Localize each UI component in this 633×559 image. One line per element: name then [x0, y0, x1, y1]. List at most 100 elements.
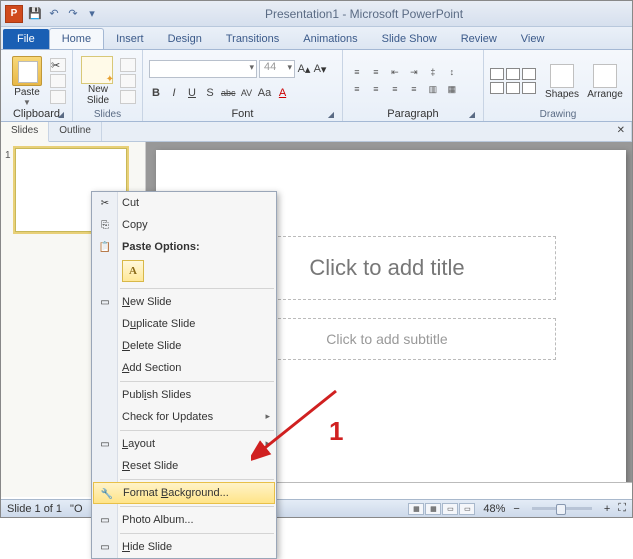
menu-format-background[interactable]: 🔧Format Background...: [93, 482, 275, 504]
tab-animations[interactable]: Animations: [291, 29, 369, 49]
copy-icon: ⎘: [97, 217, 113, 233]
tab-insert[interactable]: Insert: [104, 29, 156, 49]
format-painter-icon[interactable]: [50, 90, 66, 104]
justify-icon[interactable]: ≡: [406, 82, 422, 96]
font-family-select[interactable]: [149, 60, 257, 78]
tab-view[interactable]: View: [509, 29, 557, 49]
copy-icon[interactable]: [50, 74, 66, 88]
menu-copy[interactable]: ⎘Copy: [92, 214, 276, 236]
menu-delete-slide[interactable]: Delete Slide: [92, 335, 276, 357]
menu-separator: [120, 506, 274, 507]
menu-add-section[interactable]: Add Section: [92, 357, 276, 379]
panel-tab-slides[interactable]: Slides: [1, 122, 49, 142]
dec-indent-icon[interactable]: ⇤: [387, 65, 403, 79]
align-left-icon[interactable]: ≡: [349, 82, 365, 96]
align-center-icon[interactable]: ≡: [368, 82, 384, 96]
underline-button[interactable]: U: [185, 85, 199, 101]
paste-icon: [12, 56, 42, 86]
paste-label: Paste: [14, 87, 40, 98]
reading-view-button[interactable]: ▭: [442, 503, 458, 515]
arrange-button[interactable]: Arrange: [584, 62, 626, 100]
launcher-icon[interactable]: ◢: [467, 110, 477, 120]
new-slide-icon: [83, 58, 113, 84]
shapes-icon: [550, 64, 574, 88]
menu-hide-slide[interactable]: ▭Hide Slide: [92, 536, 276, 558]
group-clipboard: Paste ▼ ✂ Clipboard◢: [1, 50, 73, 121]
tab-design[interactable]: Design: [156, 29, 214, 49]
new-slide-icon: ▭: [97, 294, 113, 310]
shapes-gallery[interactable]: [490, 68, 536, 94]
layout-icon[interactable]: [120, 58, 136, 72]
grow-font-icon[interactable]: A▴: [297, 61, 311, 77]
group-label-drawing: Drawing: [490, 109, 626, 121]
char-spacing-button[interactable]: AV: [240, 85, 254, 101]
launcher-icon[interactable]: ◢: [56, 110, 66, 120]
zoom-out-button[interactable]: −: [513, 503, 519, 515]
status-theme: "O: [70, 503, 82, 515]
group-label-slides: Slides: [79, 109, 136, 121]
menu-check-updates[interactable]: Check for Updates▸: [92, 406, 276, 428]
bold-button[interactable]: B: [149, 85, 163, 101]
shapes-button[interactable]: Shapes: [543, 62, 581, 100]
menu-reset-slide[interactable]: Reset Slide: [92, 455, 276, 477]
qat-dropdown-icon[interactable]: ▾: [84, 6, 100, 22]
slideshow-view-button[interactable]: ▭: [459, 503, 475, 515]
annotation-number-1: 1: [329, 416, 343, 447]
shrink-font-icon[interactable]: A▾: [313, 61, 327, 77]
launcher-icon[interactable]: ◢: [326, 110, 336, 120]
zoom-slider[interactable]: [532, 507, 592, 510]
smartart-icon[interactable]: ▦: [444, 82, 460, 96]
group-label-font: Font◢: [149, 108, 336, 121]
shadow-button[interactable]: S: [203, 85, 217, 101]
tab-review[interactable]: Review: [449, 29, 509, 49]
zoom-in-button[interactable]: +: [604, 503, 610, 515]
cut-icon[interactable]: ✂: [50, 58, 66, 72]
save-icon[interactable]: 💾: [27, 6, 43, 22]
redo-icon[interactable]: ↷: [65, 6, 81, 22]
section-icon[interactable]: [120, 90, 136, 104]
change-case-button[interactable]: Aa: [258, 85, 272, 101]
thumbnail-panel-tabs: Slides Outline ✕: [1, 122, 632, 142]
tab-transitions[interactable]: Transitions: [214, 29, 291, 49]
columns-icon[interactable]: ▥: [425, 82, 441, 96]
menu-separator: [120, 479, 274, 480]
paste-option-keep-formatting[interactable]: A: [122, 260, 144, 282]
menu-duplicate-slide[interactable]: Duplicate Slide: [92, 313, 276, 335]
align-right-icon[interactable]: ≡: [387, 82, 403, 96]
tab-home[interactable]: Home: [49, 28, 104, 49]
numbering-icon[interactable]: ≡: [368, 65, 384, 79]
italic-button[interactable]: I: [167, 85, 181, 101]
menu-separator: [120, 381, 274, 382]
undo-icon[interactable]: ↶: [46, 6, 62, 22]
shapes-label: Shapes: [545, 89, 579, 100]
tab-file[interactable]: File: [3, 29, 49, 49]
text-direction-icon[interactable]: ↕: [444, 65, 460, 79]
bullets-icon[interactable]: ≡: [349, 65, 365, 79]
view-buttons: ▦ ▦ ▭ ▭: [408, 503, 475, 515]
menu-cut[interactable]: ✂Cut: [92, 192, 276, 214]
panel-close-button[interactable]: ✕: [611, 122, 632, 141]
group-paragraph: ≡ ≡ ⇤ ⇥ ‡ ↕ ≡ ≡ ≡ ≡ ▥ ▦ Paragraph◢: [343, 50, 484, 121]
new-slide-button[interactable]: New Slide: [79, 56, 117, 106]
menu-publish-slides[interactable]: Publish Slides: [92, 384, 276, 406]
panel-tab-outline[interactable]: Outline: [49, 122, 102, 141]
line-spacing-icon[interactable]: ‡: [425, 65, 441, 79]
font-size-select[interactable]: 44: [259, 60, 295, 78]
group-label-clipboard: Clipboard◢: [7, 108, 66, 121]
font-color-button[interactable]: A: [276, 85, 290, 101]
reset-icon[interactable]: [120, 74, 136, 88]
normal-view-button[interactable]: ▦: [408, 503, 424, 515]
paste-button[interactable]: Paste ▼: [7, 54, 47, 107]
tab-slideshow[interactable]: Slide Show: [370, 29, 449, 49]
sorter-view-button[interactable]: ▦: [425, 503, 441, 515]
fit-to-window-button[interactable]: ⛶: [618, 502, 626, 515]
chevron-right-icon: ▸: [265, 438, 270, 449]
title-bar: P 💾 ↶ ↷ ▾ Presentation1 - Microsoft Powe…: [1, 1, 632, 27]
context-menu: ✂Cut ⎘Copy 📋Paste Options: A ▭New Slide …: [91, 191, 277, 559]
menu-new-slide[interactable]: ▭New Slide: [92, 291, 276, 313]
strike-button[interactable]: abc: [221, 85, 236, 101]
menu-layout[interactable]: ▭Layout▸: [92, 433, 276, 455]
menu-paste-options-header: 📋Paste Options:: [92, 236, 276, 258]
inc-indent-icon[interactable]: ⇥: [406, 65, 422, 79]
cut-icon: ✂: [97, 195, 113, 211]
